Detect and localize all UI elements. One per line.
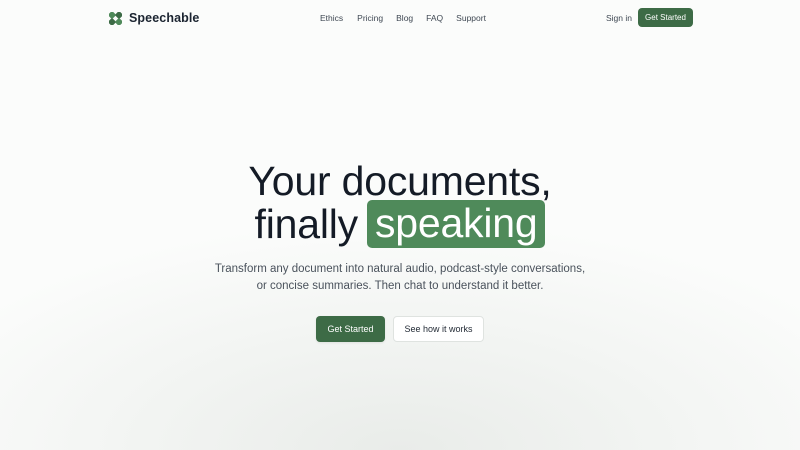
hero-headline-highlight: speaking [366,200,546,248]
hero-headline-line2: finally speaking [0,200,800,248]
nav-link-blog[interactable]: Blog [396,13,413,23]
nav-link-support[interactable]: Support [456,13,486,23]
nav-links: Ethics Pricing Blog FAQ Support [320,13,486,23]
hero-subtext: Transform any document into natural audi… [0,261,800,295]
hero-subtext-line2: or concise summaries. Then chat to under… [256,280,544,292]
nav-link-ethics[interactable]: Ethics [320,13,343,23]
top-nav: Speechable Ethics Pricing Blog FAQ Suppo… [0,0,800,36]
hero-subtext-line1: Transform any document into natural audi… [214,263,586,275]
speechable-logo-icon [109,11,122,25]
nav-get-started-button[interactable]: Get Started [638,8,693,27]
sign-in-link[interactable]: Sign in [606,13,632,23]
brand-name: Speechable [129,11,200,25]
hero-headline-plain: finally [254,201,359,247]
hero-get-started-button[interactable]: Get Started [316,316,385,342]
hero-headline-line1: Your documents, [248,158,552,204]
nav-link-faq[interactable]: FAQ [426,13,443,23]
brand-logo-link[interactable]: Speechable [109,11,199,25]
nav-link-pricing[interactable]: Pricing [357,13,383,23]
see-how-it-works-button[interactable]: See how it works [393,316,484,342]
